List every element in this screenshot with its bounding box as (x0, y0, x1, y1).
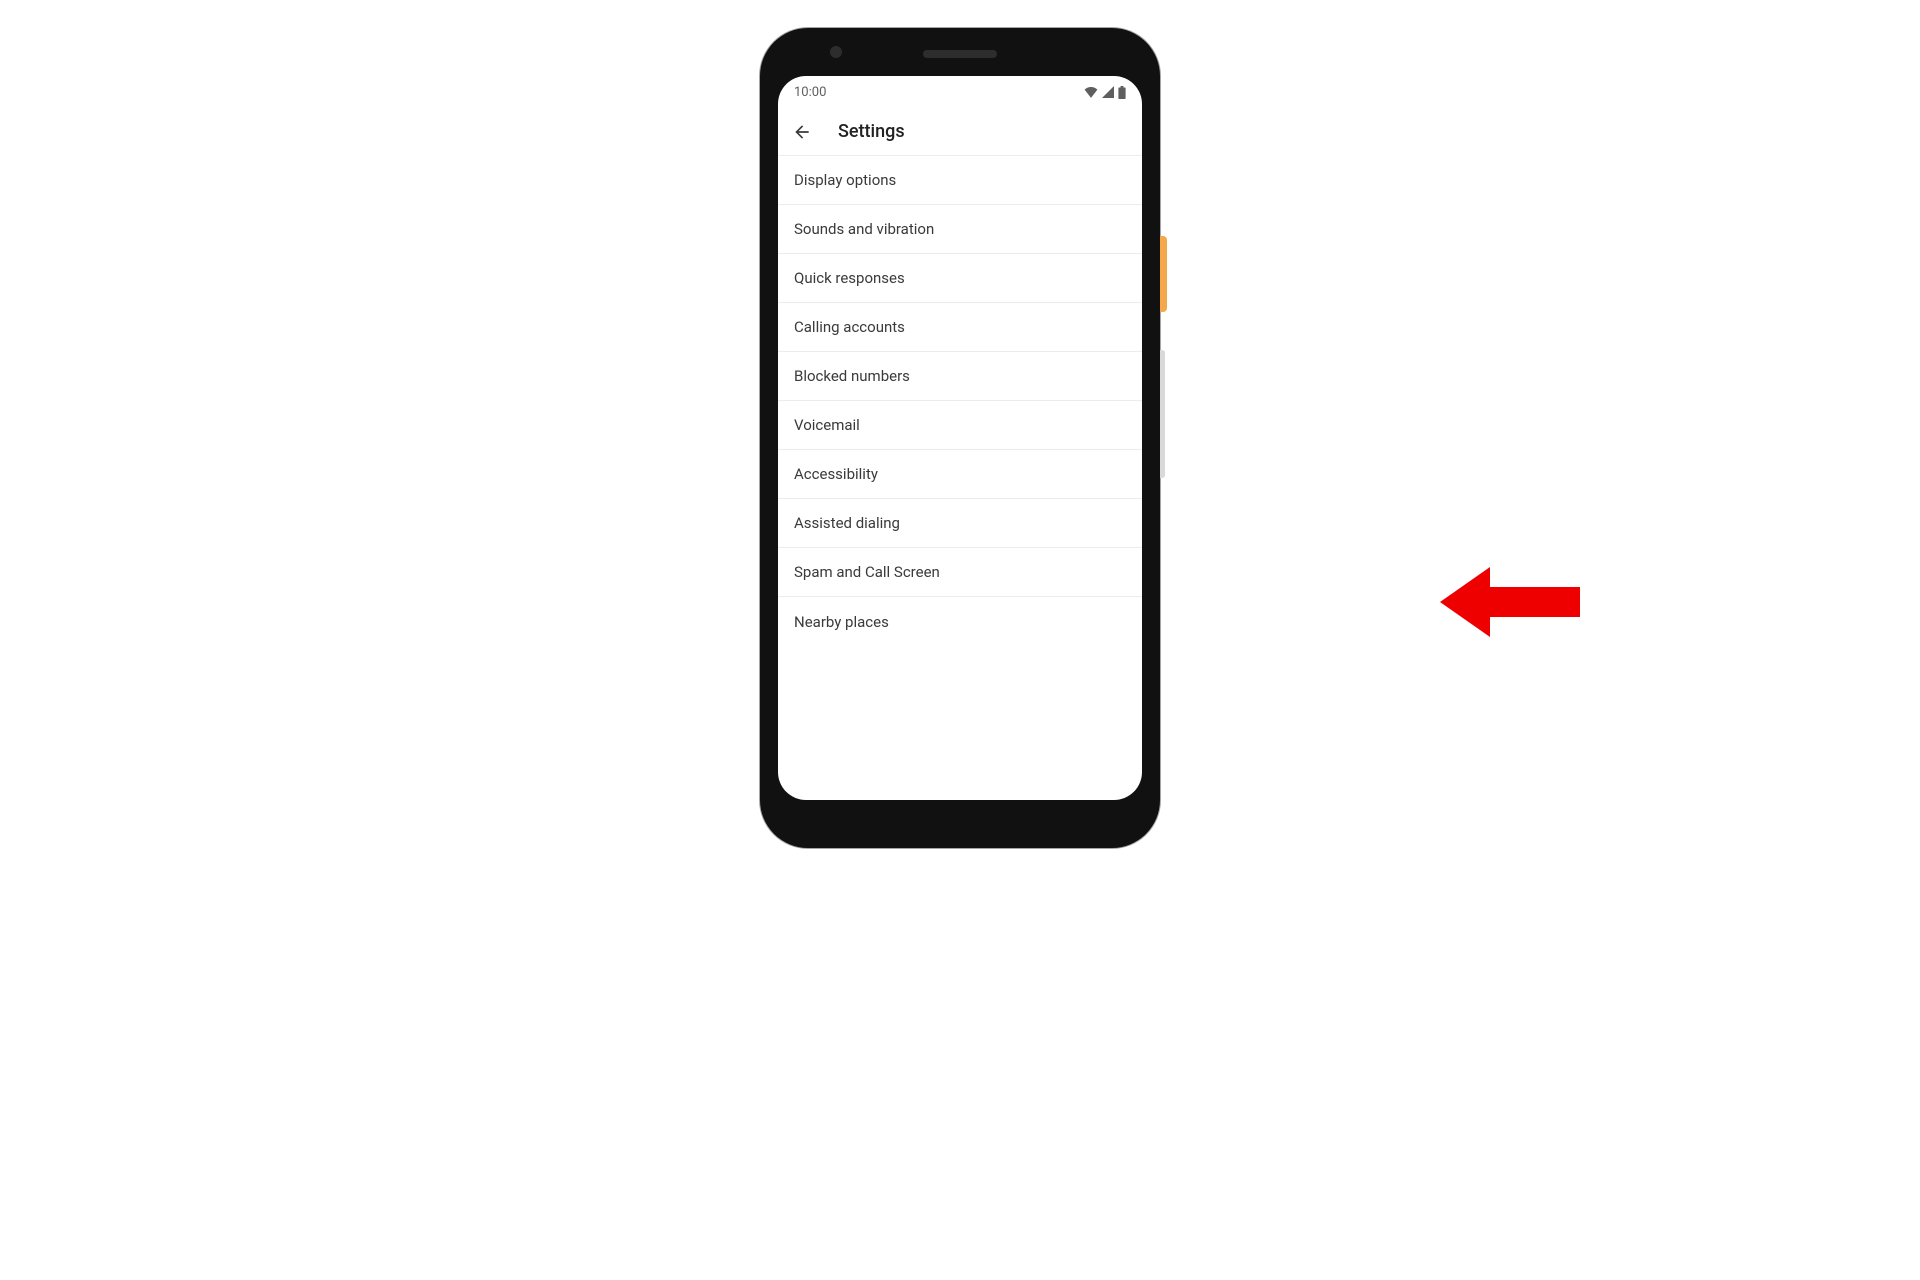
status-bar: 10:00 (778, 76, 1142, 108)
arrow-left-icon (792, 122, 812, 142)
page-title: Settings (838, 121, 905, 142)
phone-speaker (923, 50, 997, 58)
settings-item-label: Blocked numbers (794, 367, 910, 385)
settings-item-label: Display options (794, 171, 896, 189)
phone-screen: 10:00 Settings Display options Sounds an… (778, 76, 1142, 800)
phone-front-camera (830, 46, 842, 58)
status-icons (1084, 86, 1126, 99)
settings-item-label: Voicemail (794, 416, 860, 434)
app-bar: Settings (778, 108, 1142, 156)
phone-volume-button (1160, 350, 1165, 478)
battery-icon (1118, 86, 1126, 99)
settings-item-sounds-and-vibration[interactable]: Sounds and vibration (778, 205, 1142, 254)
settings-item-blocked-numbers[interactable]: Blocked numbers (778, 352, 1142, 401)
settings-item-calling-accounts[interactable]: Calling accounts (778, 303, 1142, 352)
settings-item-label: Assisted dialing (794, 514, 900, 532)
phone-power-button (1160, 236, 1167, 312)
back-button[interactable] (790, 120, 814, 144)
settings-item-label: Calling accounts (794, 318, 905, 336)
settings-item-voicemail[interactable]: Voicemail (778, 401, 1142, 450)
settings-item-display-options[interactable]: Display options (778, 156, 1142, 205)
settings-item-label: Spam and Call Screen (794, 563, 940, 581)
status-time: 10:00 (794, 85, 826, 100)
settings-item-accessibility[interactable]: Accessibility (778, 450, 1142, 499)
phone-device: 10:00 Settings Display options Sounds an… (760, 28, 1160, 848)
wifi-icon (1084, 86, 1098, 98)
settings-item-quick-responses[interactable]: Quick responses (778, 254, 1142, 303)
settings-list: Display options Sounds and vibration Qui… (778, 156, 1142, 646)
annotation-arrow-icon (1440, 562, 1580, 642)
settings-item-label: Nearby places (794, 613, 889, 631)
settings-item-assisted-dialing[interactable]: Assisted dialing (778, 499, 1142, 548)
settings-item-label: Accessibility (794, 465, 878, 483)
settings-item-nearby-places[interactable]: Nearby places (778, 597, 1142, 646)
settings-item-label: Quick responses (794, 269, 905, 287)
settings-item-spam-and-call-screen[interactable]: Spam and Call Screen (778, 548, 1142, 597)
settings-item-label: Sounds and vibration (794, 220, 934, 238)
cellular-icon (1102, 86, 1114, 98)
